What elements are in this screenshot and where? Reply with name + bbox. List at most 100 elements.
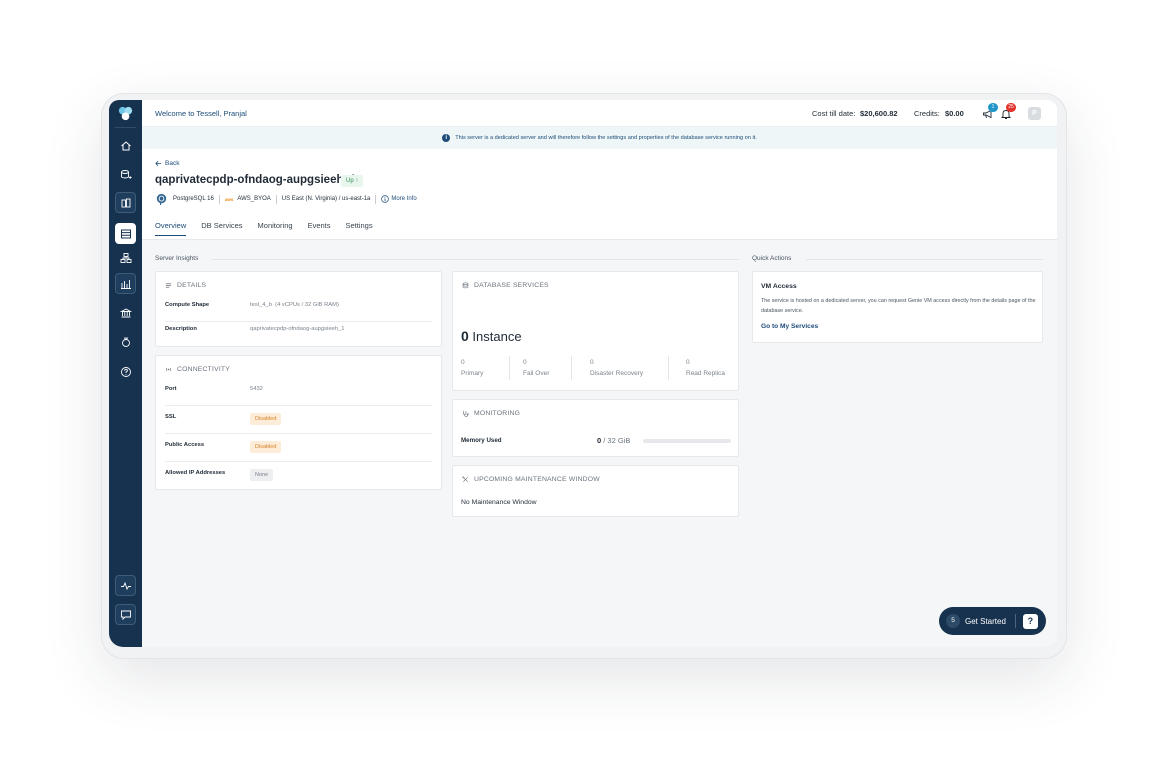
sidebar-item-help[interactable] [115,361,136,382]
sidebar-item-servers[interactable] [115,223,136,244]
instance-label: Instance [472,329,522,344]
server-insights-title: Server Insights [155,255,199,262]
instance-count: 0 Instance [461,328,522,344]
bank-icon [119,307,132,317]
go-to-my-services-link[interactable]: Go to My Services [761,323,818,330]
section-divider [212,259,739,260]
announcements-button[interactable]: 1 [982,103,998,119]
memory-total: / 32 GiB [603,436,631,445]
banner-text: This server is a dedicated server and wi… [455,135,757,141]
top-bar: Welcome to Tessell, Pranjal Cost till da… [142,100,1057,127]
get-started-count: 5 [946,614,960,628]
topology-icon [120,252,131,263]
ssl-status-badge: Disabled [250,413,282,425]
database-add-icon [120,169,131,179]
sidebar-divider [115,127,136,128]
sidebar [109,100,142,647]
connectivity-card: CONNECTIVITY Port 5432 SSL Disabled Publ… [155,355,442,490]
notifications-badge: 25 [1006,103,1016,112]
info-circle-icon [381,195,390,203]
sidebar-item-provision[interactable] [115,164,136,185]
get-started-button[interactable]: 5 Get Started ? [939,607,1046,635]
stat-disaster-recovery: 0 Disaster Recovery [590,357,643,379]
tab-overview[interactable]: Overview [155,221,187,236]
ssl-row: SSL Disabled [165,406,432,434]
tab-db-services[interactable]: DB Services [201,221,242,236]
memory-used-value: 0 / 32 GiB [597,436,630,445]
public-access-row: Public Access Disabled [165,434,432,462]
sidebar-item-billing[interactable] [115,331,136,352]
connectivity-header: CONNECTIVITY [165,366,230,373]
region-label: US East (N. Virginia) / us-east-1a [281,196,371,202]
compute-shape-name: tesl_4_b [250,302,272,308]
ssl-label: SSL [165,414,177,420]
port-row: Port 5432 [165,378,432,406]
details-header: DETAILS [165,282,206,289]
cloud-label: AWS_BYOA [237,196,271,202]
arrow-left-icon [155,161,162,166]
tools-icon [462,476,468,482]
meta-divider [218,194,220,204]
avatar[interactable]: P [1028,107,1041,120]
app-window: Welcome to Tessell, Pranjal Cost till da… [109,100,1057,647]
sidebar-item-governance[interactable] [115,302,136,323]
monitoring-card: MONITORING Memory Used 0 / 32 GiB [452,399,739,457]
sidebar-item-home[interactable] [115,135,136,156]
monitoring-title: MONITORING [474,410,521,417]
details-title: DETAILS [177,282,207,289]
memory-used-amount: 0 [597,436,602,445]
sidebar-item-services[interactable] [115,192,136,213]
maintenance-title: UPCOMING MAINTENANCE WINDOW [474,476,600,483]
compute-shape-value: tesl_4_b (4 vCPUs / 32 GiB RAM) [250,302,339,308]
allowed-ip-badge: None [250,469,274,481]
credits-label: Credits: [914,109,940,118]
more-info-link[interactable]: More Info [381,195,417,203]
sidebar-item-benchmarks[interactable] [115,273,136,294]
database-services-title: DATABASE SERVICES [474,282,549,289]
stat-divider [668,356,669,380]
info-icon: i [442,134,451,142]
status-label: Up [346,178,354,184]
vm-access-description: The service is hosted on a dedicated ser… [761,298,1036,314]
database-services-card: DATABASE SERVICES 0 Instance 0 Primary 0 F… [452,271,739,391]
stat-fail-over-value: 0 [523,359,527,366]
stat-disaster-recovery-value: 0 [590,359,594,366]
main-content: Server Insights Quick Actions DETAILS Co… [142,240,1057,647]
tessell-logo[interactable] [116,104,135,123]
signal-icon [166,367,171,372]
sidebar-item-activity[interactable] [115,575,136,596]
tab-events[interactable]: Events [308,221,331,236]
announcements-badge: 1 [988,103,998,112]
sidebar-item-topology[interactable] [115,247,136,268]
dedicated-server-banner: i This server is a dedicated server and … [142,127,1057,149]
compute-shape-spec: (4 vCPUs / 32 GiB RAM) [275,302,339,308]
meta-divider [375,194,377,204]
details-card: DETAILS Compute Shape tesl_4_b (4 vCPUs … [155,271,442,347]
public-access-label: Public Access [165,442,205,448]
stat-read-replica-value: 0 [686,359,690,366]
memory-progress-bar [643,439,731,443]
page-title: qaprivatecpdp-ofndaog-aupgsieeh_1 [155,174,357,186]
back-link[interactable]: Back [155,160,179,167]
cost-value: $20,600.82 [860,109,898,118]
allowed-ip-row: Allowed IP Addresses None [165,462,432,490]
quick-actions-title: Quick Actions [752,255,792,262]
maintenance-header: UPCOMING MAINTENANCE WINDOW [462,476,600,483]
sidebar-item-feedback[interactable] [115,604,136,625]
notifications-button[interactable]: 25 [1000,103,1016,119]
welcome-text: Welcome to Tessell, Pranjal [155,109,247,118]
monitoring-header: MONITORING [462,410,520,417]
cost-label: Cost till date: [812,109,856,118]
stethoscope-icon [463,410,469,417]
vm-access-card: VM Access The service is hosted on a ded… [752,271,1043,343]
description-row: Description qaprivatecpdp-ofndaog-aupgsi… [165,318,432,346]
postgresql-icon [156,193,167,205]
description-label: Description [165,326,197,332]
aws-logo: aws [224,196,234,202]
tab-settings[interactable]: Settings [346,221,373,236]
stat-primary-value: 0 [461,359,465,366]
tab-monitoring[interactable]: Monitoring [258,221,293,236]
stat-disaster-recovery-label: Disaster Recovery [590,370,644,377]
description-value: qaprivatecpdp-ofndaog-aupgsieeh_1 [250,326,345,332]
meta-divider [275,194,277,204]
